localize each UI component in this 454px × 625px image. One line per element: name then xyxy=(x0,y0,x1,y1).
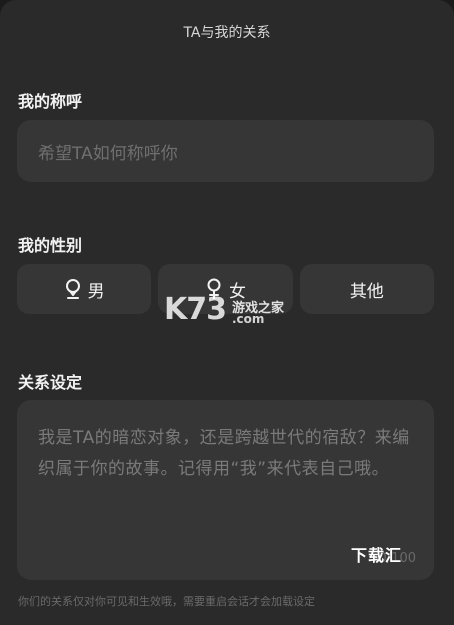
gender-other-button[interactable]: 其他 xyxy=(299,264,434,314)
watermark-download: 下载汇 xyxy=(351,546,403,565)
footer-note: 你们的关系仅对你可见和生效哦，需要重启会话才会加载设定 xyxy=(18,595,315,608)
nickname-placeholder: 希望TA如何称呼你 xyxy=(38,143,178,164)
sheet-title: TA与我的关系 xyxy=(183,25,271,41)
male-symbol-icon xyxy=(65,279,80,299)
relation-label: 关系设定 xyxy=(18,373,83,392)
gender-male-label: 男 xyxy=(87,281,105,302)
nickname-input[interactable]: 希望TA如何称呼你 xyxy=(17,120,434,182)
watermark-logo: K73 xyxy=(164,292,227,327)
nickname-label: 我的称呼 xyxy=(18,92,83,111)
relationship-sheet: TA与我的关系 我的称呼 希望TA如何称呼你 我的性别 男 女 其他 关系设定 xyxy=(0,0,454,625)
watermark-site-domain: .com xyxy=(232,312,265,326)
gender-other-label: 其他 xyxy=(349,281,384,302)
relation-placeholder: 我是TA的暗恋对象，还是跨越世代的宿敌？来编织属于你的故事。记得用“我”来代表自… xyxy=(38,428,410,479)
gender-label: 我的性别 xyxy=(18,236,83,255)
gender-male-button[interactable]: 男 xyxy=(17,264,152,314)
